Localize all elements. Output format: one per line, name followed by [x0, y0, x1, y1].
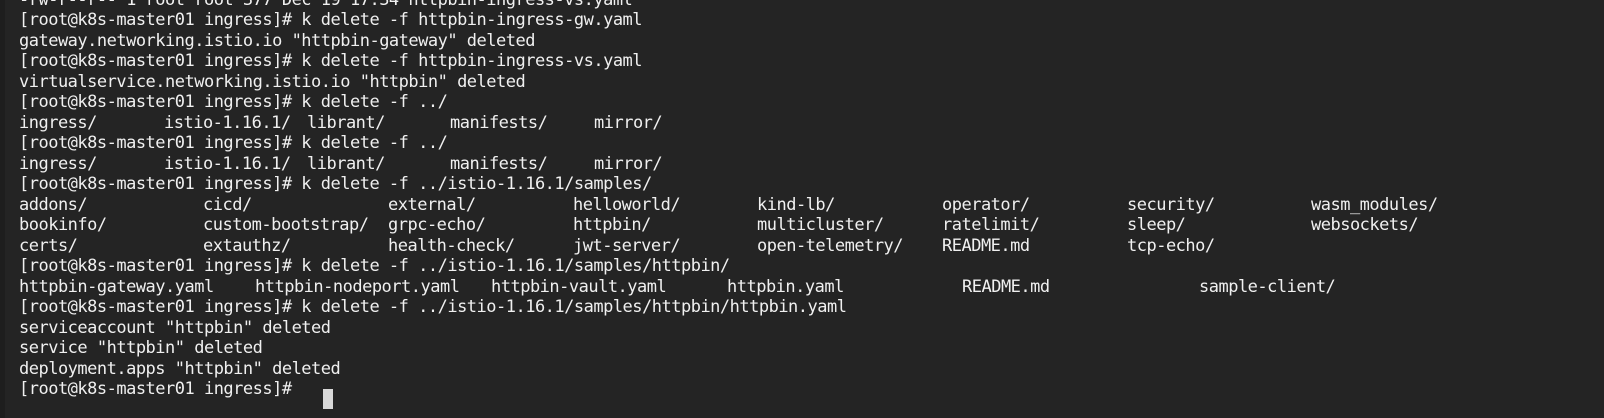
listing-entry: security/ — [1127, 195, 1215, 215]
terminal-line: service "httpbin" deleted — [19, 338, 263, 358]
listing-entry: README.md — [942, 236, 1030, 256]
listing-entry: ratelimit/ — [942, 215, 1040, 235]
listing-entry: websockets/ — [1311, 215, 1419, 235]
terminal-line: [root@k8s-master01 ingress]# k delete -f… — [19, 297, 847, 317]
terminal-line: [root@k8s-master01 ingress]# k delete -f… — [19, 92, 448, 112]
terminal-line: deployment.apps "httpbin" deleted — [19, 359, 341, 379]
window-edge — [0, 0, 5, 418]
samples-listing-row: addons/ cicd/ external/ helloworld/ kind… — [19, 195, 1438, 216]
terminal-line: [root@k8s-master01 ingress]# k delete -f… — [19, 51, 643, 71]
listing-entry: jwt-server/ — [573, 236, 681, 256]
listing-entry: sample-client/ — [1199, 277, 1336, 297]
listing-entry: custom-bootstrap/ — [203, 215, 369, 235]
listing-entry: open-telemetry/ — [757, 236, 904, 256]
parent-listing-row: ingress/ istio-1.16.1/ librant/ manifest… — [19, 154, 663, 175]
parent-listing-row: ingress/ istio-1.16.1/ librant/ manifest… — [19, 113, 663, 134]
listing-entry: operator/ — [942, 195, 1030, 215]
terminal-window[interactable]: -rw-r--r-- 1 root root 377 Dec 19 17:34 … — [0, 0, 1604, 418]
terminal-line: [root@k8s-master01 ingress]# k delete -f… — [19, 133, 448, 153]
terminal-line: [root@k8s-master01 ingress]# k delete -f… — [19, 10, 643, 30]
listing-entry: httpbin/ — [573, 215, 651, 235]
terminal-line: gateway.networking.istio.io "httpbin-gat… — [19, 31, 535, 51]
listing-entry: manifests/ — [450, 113, 548, 133]
listing-entry: mirror/ — [594, 154, 663, 174]
listing-entry: tcp-echo/ — [1127, 236, 1215, 256]
listing-entry: cicd/ — [203, 195, 252, 215]
listing-entry: httpbin-gateway.yaml — [19, 277, 214, 297]
shell-prompt[interactable]: [root@k8s-master01 ingress]# — [19, 379, 301, 400]
httpbin-listing-row: httpbin-gateway.yaml httpbin-nodeport.ya… — [19, 277, 1336, 298]
terminal-line: serviceaccount "httpbin" deleted — [19, 318, 331, 338]
listing-entry: ingress/ — [19, 113, 97, 133]
listing-entry: istio-1.16.1/ — [164, 113, 291, 133]
listing-entry: istio-1.16.1/ — [164, 154, 291, 174]
listing-entry: httpbin.yaml — [727, 277, 844, 297]
listing-entry: sleep/ — [1127, 215, 1186, 235]
listing-entry: certs/ — [19, 236, 78, 256]
listing-entry: manifests/ — [450, 154, 548, 174]
listing-entry: bookinfo/ — [19, 215, 107, 235]
text-cursor — [323, 389, 333, 409]
samples-listing-row: certs/ extauthz/ health-check/ jwt-serve… — [19, 236, 1215, 257]
terminal-line: virtualservice.networking.istio.io "http… — [19, 72, 526, 92]
listing-entry: ingress/ — [19, 154, 97, 174]
terminal-line: [root@k8s-master01 ingress]# k delete -f… — [19, 174, 652, 194]
listing-entry: helloworld/ — [573, 195, 681, 215]
listing-entry: external/ — [388, 195, 476, 215]
listing-entry: httpbin-vault.yaml — [491, 277, 667, 297]
listing-entry: README.md — [962, 277, 1050, 297]
listing-entry: httpbin-nodeport.yaml — [255, 277, 460, 297]
listing-entry: librant/ — [307, 113, 385, 133]
listing-entry: mirror/ — [594, 113, 663, 133]
listing-entry: extauthz/ — [203, 236, 291, 256]
terminal-line: [root@k8s-master01 ingress]# k delete -f… — [19, 256, 730, 276]
listing-entry: health-check/ — [388, 236, 515, 256]
samples-listing-row: bookinfo/ custom-bootstrap/ grpc-echo/ h… — [19, 215, 1419, 236]
listing-entry: librant/ — [307, 154, 385, 174]
listing-entry: addons/ — [19, 195, 88, 215]
listing-entry: multicluster/ — [757, 215, 884, 235]
listing-entry: wasm_modules/ — [1311, 195, 1438, 215]
listing-entry: kind-lb/ — [757, 195, 835, 215]
listing-entry: grpc-echo/ — [388, 215, 486, 235]
